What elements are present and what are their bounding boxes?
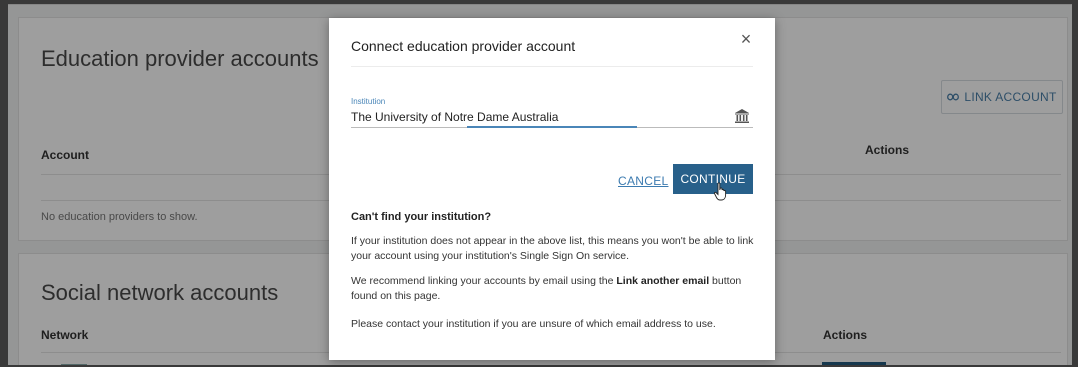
help-heading: Can't find your institution? bbox=[351, 211, 492, 223]
input-focus-underline bbox=[467, 126, 637, 128]
help-paragraph: Please contact your institution if you a… bbox=[351, 318, 716, 330]
dialog-title: Connect education provider account bbox=[351, 38, 576, 54]
link-another-email-text: Link another email bbox=[616, 275, 710, 287]
dialog-divider bbox=[351, 66, 753, 67]
connect-provider-dialog: Connect education provider account × Ins… bbox=[329, 18, 775, 360]
institution-input[interactable] bbox=[351, 109, 731, 125]
bank-icon[interactable] bbox=[734, 108, 750, 124]
help-paragraph: We recommend linking your accounts by em… bbox=[351, 274, 761, 304]
help-paragraph: If your institution does not appear in t… bbox=[351, 235, 754, 262]
hand-cursor-icon bbox=[713, 182, 727, 201]
help-text: We recommend linking your accounts by em… bbox=[351, 275, 617, 287]
institution-label: Institution bbox=[351, 97, 386, 106]
close-icon[interactable]: × bbox=[737, 30, 755, 48]
cancel-button[interactable]: CANCEL bbox=[618, 174, 668, 188]
